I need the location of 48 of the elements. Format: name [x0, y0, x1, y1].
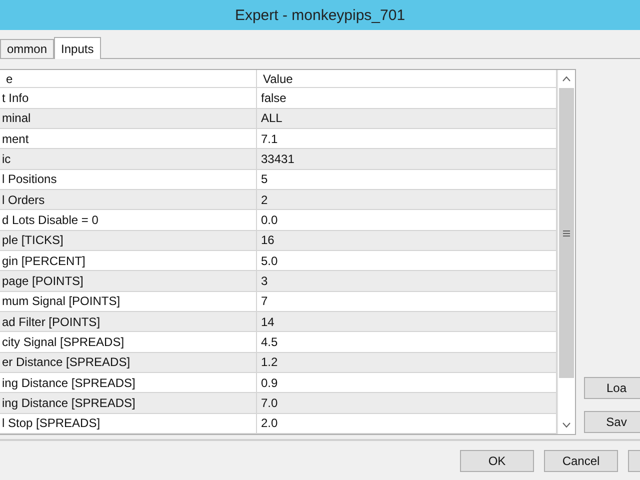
side-button[interactable]: Sav: [584, 411, 640, 433]
table-cell: l Stop [SPREADS]: [0, 414, 257, 434]
table-row[interactable]: l Stop [SPREADS] 2.0: [0, 414, 557, 434]
table-cell: ple [TICKS]: [0, 230, 257, 250]
table-row[interactable]: mum Signal [POINTS] 7: [0, 292, 557, 312]
dialog-button[interactable]: OK: [460, 450, 534, 472]
table-row[interactable]: t Info false: [0, 88, 557, 109]
table-row[interactable]: er Distance [SPREADS] 1.2: [0, 352, 557, 374]
table-row[interactable]: gin [PERCENT] 5.0: [0, 251, 557, 272]
table-cell: l Positions: [0, 170, 257, 189]
table-cell: l Orders: [0, 190, 257, 210]
tab[interactable]: Inputs: [54, 37, 101, 59]
table-row[interactable]: ad Filter [POINTS] 14: [0, 312, 557, 332]
table-cell: ing Distance [SPREADS]: [0, 393, 257, 413]
table-row[interactable]: minal ALL: [0, 108, 557, 129]
grip-icon: [563, 230, 570, 236]
scroll-thumb[interactable]: [559, 88, 574, 378]
table-row[interactable]: page [POINTS] 3: [0, 271, 557, 292]
table-cell: ic: [0, 149, 257, 169]
table-cell: minal: [0, 108, 257, 128]
window-title: Expert - monkeypips_701: [234, 6, 406, 24]
table-row[interactable]: l Positions 5: [0, 170, 557, 190]
table-row[interactable]: l Orders 2: [0, 190, 557, 210]
table-cell: d Lots Disable = 0: [0, 210, 257, 230]
dialog-button[interactable]: Cancel: [544, 450, 618, 472]
table-cell: er Distance [SPREADS]: [0, 352, 257, 372]
scroll-down-icon[interactable]: [562, 422, 571, 428]
table-row[interactable]: city Signal [SPREADS] 4.5: [0, 332, 557, 353]
side-button[interactable]: Loa: [584, 377, 640, 399]
column-header[interactable]: e: [0, 70, 257, 88]
table-row[interactable]: ic 33431: [0, 149, 557, 170]
table-cell: page [POINTS]: [0, 271, 257, 291]
dialog-button[interactable]: [628, 450, 640, 472]
table-cell: gin [PERCENT]: [0, 251, 257, 270]
table-cell: ad Filter [POINTS]: [0, 312, 257, 332]
scroll-up-icon[interactable]: [562, 76, 571, 82]
table-row[interactable]: ple [TICKS] 16: [0, 230, 557, 251]
table-cell: city Signal [SPREADS]: [0, 332, 257, 352]
table-row[interactable]: d Lots Disable = 0 0.0: [0, 210, 557, 231]
table-cell: mum Signal [POINTS]: [0, 292, 257, 312]
table-row[interactable]: ment 7.1: [0, 128, 557, 150]
table-row[interactable]: ing Distance [SPREADS] 0.9: [0, 373, 557, 394]
table-cell: ment: [0, 128, 257, 148]
table-cell: ing Distance [SPREADS]: [0, 373, 257, 392]
tab[interactable]: ommon: [0, 39, 54, 58]
table-cell: t Info: [0, 88, 257, 108]
scrollbar[interactable]: [557, 70, 575, 434]
table-row[interactable]: ing Distance [SPREADS] 7.0: [0, 393, 557, 414]
